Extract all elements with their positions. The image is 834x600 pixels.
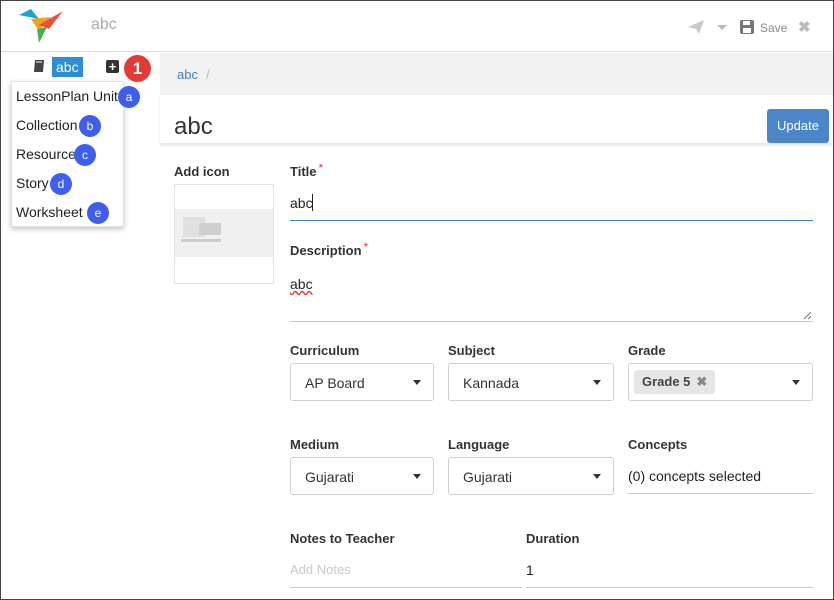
callout-badge-d: d xyxy=(50,173,72,195)
add-icon-label: Add icon xyxy=(174,164,230,179)
callout-badge-b: b xyxy=(79,115,101,137)
grade-chip: Grade 5 ✖ xyxy=(634,370,716,394)
language-select[interactable]: Gujarati xyxy=(448,457,614,495)
app-title: abc xyxy=(91,16,117,33)
curriculum-value: AP Board xyxy=(305,375,365,391)
notes-input[interactable]: Add Notes xyxy=(290,562,351,577)
medium-select[interactable]: Gujarati xyxy=(290,457,434,495)
editor-window: abc Save ✖ abc + 1 LessonPlan Unit Colle… xyxy=(0,0,834,600)
required-marker: * xyxy=(318,161,324,175)
callout-badge-c: c xyxy=(74,144,96,166)
breadcrumb-item-abc[interactable]: abc xyxy=(177,67,198,82)
title-label: Title * xyxy=(290,161,324,179)
menu-item-resource[interactable]: Resource xyxy=(16,146,76,162)
duration-underline xyxy=(526,587,813,588)
medium-label: Medium xyxy=(290,437,340,452)
save-button[interactable]: Save xyxy=(760,21,787,35)
text-cursor xyxy=(312,194,313,211)
concepts-underline xyxy=(628,493,813,494)
callout-badge-a: a xyxy=(118,86,140,108)
page-title: abc xyxy=(174,113,213,140)
title-input-underline xyxy=(290,220,813,221)
menu-item-story[interactable]: Story xyxy=(16,175,49,191)
required-marker: * xyxy=(363,240,369,254)
title-bar xyxy=(160,95,833,143)
grade-select[interactable]: Grade 5 ✖ xyxy=(628,363,813,401)
subject-label: Subject xyxy=(448,343,495,358)
concepts-label: Concepts xyxy=(628,437,688,452)
add-child-menu: LessonPlan Unit Collection Resource Stor… xyxy=(11,81,140,227)
menu-item-worksheet[interactable]: Worksheet xyxy=(16,204,83,220)
notes-underline xyxy=(290,587,522,588)
icon-thumbnail xyxy=(175,209,273,257)
save-icon[interactable] xyxy=(739,19,755,35)
duration-input[interactable]: 1 xyxy=(526,562,534,578)
callout-badge: 1 xyxy=(124,55,151,82)
bird-logo-icon xyxy=(19,9,63,43)
close-icon[interactable]: ✖ xyxy=(798,18,811,36)
notes-label: Notes to Teacher xyxy=(290,531,395,546)
book-icon xyxy=(34,60,44,72)
language-label: Language xyxy=(448,437,510,452)
breadcrumb xyxy=(160,53,833,95)
callout-badge-e: e xyxy=(87,202,109,224)
duration-label: Duration xyxy=(526,531,580,546)
grade-label: Grade xyxy=(628,343,666,358)
resize-handle-icon[interactable] xyxy=(802,310,812,320)
menu-item-lessonplan-unit[interactable]: LessonPlan Unit xyxy=(16,88,118,104)
chevron-down-icon xyxy=(792,380,800,385)
chevron-down-icon xyxy=(593,380,601,385)
curriculum-select[interactable]: AP Board xyxy=(290,363,434,401)
chevron-down-icon xyxy=(413,380,421,385)
update-button[interactable]: Update xyxy=(767,109,829,143)
curriculum-label: Curriculum xyxy=(290,343,360,358)
add-child-button[interactable]: + xyxy=(106,60,119,73)
chevron-down-icon xyxy=(413,474,421,479)
subject-value: Kannada xyxy=(463,375,520,391)
description-textarea[interactable]: abc xyxy=(290,276,313,292)
tree-node-abc[interactable]: abc xyxy=(52,57,83,77)
top-bar xyxy=(1,1,833,52)
chevron-down-icon[interactable] xyxy=(717,25,727,30)
description-label: Description * xyxy=(290,240,369,258)
description-underline xyxy=(290,321,813,322)
menu-item-collection[interactable]: Collection xyxy=(16,117,77,133)
concepts-selector[interactable]: (0) concepts selected xyxy=(628,468,761,484)
breadcrumb-separator: / xyxy=(206,67,210,82)
subject-select[interactable]: Kannada xyxy=(448,363,614,401)
title-input[interactable]: abc xyxy=(290,195,313,211)
medium-value: Gujarati xyxy=(305,469,355,485)
chevron-down-icon xyxy=(593,474,601,479)
chip-remove-icon[interactable]: ✖ xyxy=(696,374,707,389)
language-value: Gujarati xyxy=(463,469,513,485)
send-icon[interactable] xyxy=(687,19,705,35)
